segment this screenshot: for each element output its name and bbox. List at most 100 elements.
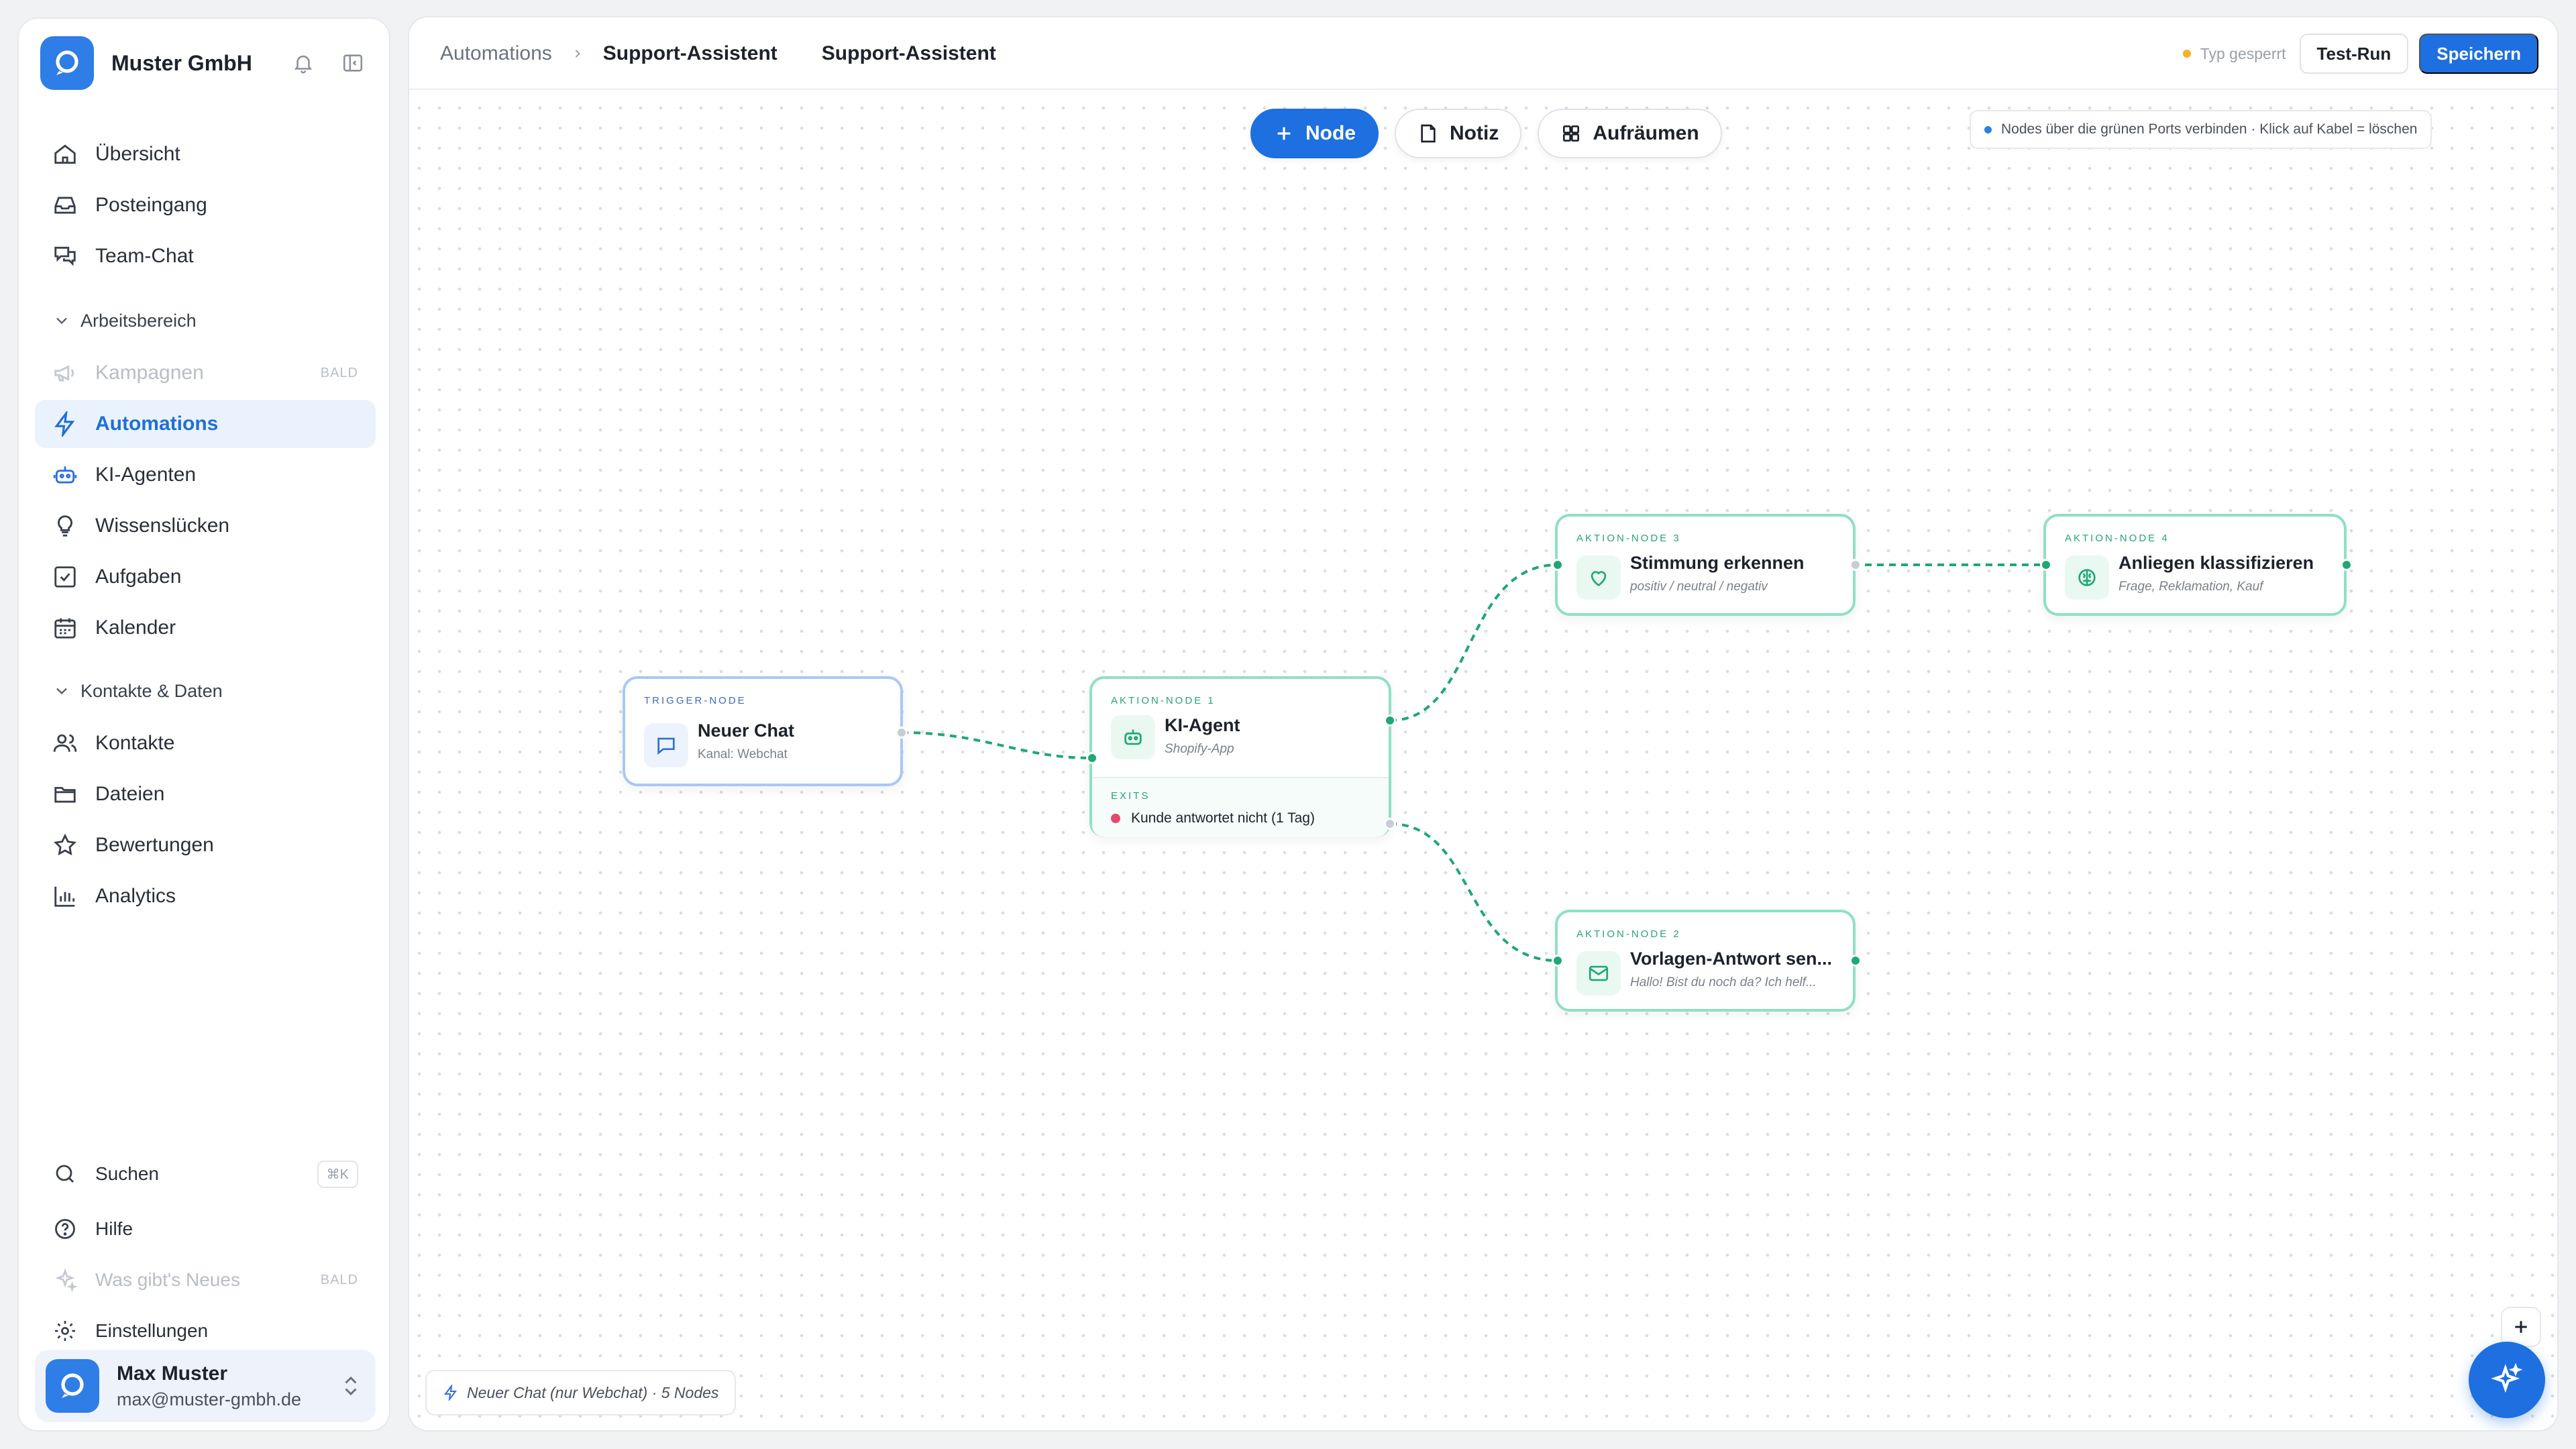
nav-item-einstellungen[interactable]: Einstellungen [35,1307,376,1355]
gear-icon [51,1317,79,1345]
action-node-ki-agent[interactable]: AKTION-NODE 1 KI-Agent Shopify-App EXITS… [1089,676,1391,837]
nav-item-team-chat[interactable]: Team-Chat [35,232,376,280]
section-kontakte-daten[interactable]: Kontakte & Daten [52,678,223,704]
canvas-toolbar: Node Notiz Aufräumen [1250,109,1722,158]
nav-item-hilfe[interactable]: Hilfe [35,1205,376,1253]
section-arbeitsbereich[interactable]: Arbeitsbereich [52,307,197,334]
user-name: Max Muster [117,1362,228,1385]
info-dot [1984,125,1992,133]
user-email: max@muster-gmbh.de [117,1389,301,1409]
output-port[interactable] [896,727,908,739]
automation-title[interactable]: Support-Assistent [822,42,996,65]
nav-item-bewertungen[interactable]: Bewertungen [35,821,376,869]
connection-hint: Nodes über die grünen Ports verbinden · … [1970,110,2432,149]
robot-icon [51,461,79,489]
node-exits: EXITS Kunde antwortet nicht (1 Tag) [1092,777,1389,837]
chat-bubble-logo-icon [56,50,78,75]
brand-name: Muster GmbH [111,50,252,75]
collapse-sidebar-icon[interactable] [338,48,368,78]
input-port[interactable] [1086,752,1098,764]
save-button[interactable]: Speichern [2419,34,2538,74]
zoom-in-button[interactable] [2501,1307,2541,1347]
plus-icon [1277,127,1291,140]
nav-item-kampagnen: Kampagnen BALD [35,349,376,397]
sparkle-icon [51,1266,79,1294]
checkbox-icon [51,563,79,591]
nav-item-kalender[interactable]: Kalender [35,604,376,652]
coming-soon-badge: BALD [320,365,358,380]
flow-summary: Neuer Chat (nur Webchat) · 5 Nodes [425,1370,737,1415]
output-port[interactable] [1849,559,1862,571]
nav-item-dateien[interactable]: Dateien [35,770,376,818]
mail-icon [1576,951,1621,996]
chat-bubble-logo-icon [61,1373,84,1398]
bar-chart-icon [51,882,79,910]
chevron-down-icon [56,688,67,695]
input-port[interactable] [1552,559,1564,571]
chat-icon [644,723,688,767]
nav-item-whats-new: Was gibt's Neues BALD [35,1256,376,1304]
breadcrumb: Automations Support-Assistent Support-As… [440,17,996,90]
chevron-down-icon [56,317,67,325]
nav-item-automations[interactable]: Automations [35,400,376,448]
nav-item-analytics[interactable]: Analytics [35,872,376,920]
exit-dot [1111,814,1120,823]
test-run-button[interactable]: Test-Run [2299,34,2409,74]
status-dot [2182,50,2191,58]
robot-icon [1111,715,1155,759]
inbox-icon [51,191,79,219]
breadcrumb-automations[interactable]: Automations [440,42,552,65]
chevron-right-icon [575,50,580,58]
exit-port[interactable] [1384,818,1396,830]
input-port[interactable] [1552,955,1564,967]
nav-item-posteingang[interactable]: Posteingang [35,181,376,229]
nav-item-wissensluecken[interactable]: Wissenslücken [35,502,376,550]
wire-action1-to-action3 [1389,564,1558,722]
action-node-vorlagen-antwort[interactable]: AKTION-NODE 2 Vorlagen-Antwort sen... Ha… [1555,910,1856,1012]
brand-header: Muster GmbH [40,34,368,93]
plus-icon [2515,1321,2527,1333]
lightbulb-icon [51,512,79,540]
action-node-anliegen-klassifizieren[interactable]: AKTION-NODE 4 Anliegen klassifizieren Fr… [2043,514,2347,616]
exit-no-reply: Kunde antwortet nicht (1 Tag) [1111,810,1315,826]
star-icon [51,831,79,859]
nav-item-kontakte[interactable]: Kontakte [35,719,376,767]
sparkle-icon [2491,1362,2523,1393]
add-note-button[interactable]: Notiz [1395,109,1522,158]
trigger-node-neuer-chat[interactable]: TRIGGER-NODE Neuer Chat Kanal: Webchat [623,676,903,786]
ai-assistant-button[interactable] [2469,1342,2545,1418]
nav-item-suchen[interactable]: Suchen ⌘K [35,1150,376,1198]
chevron-up-down-icon[interactable] [341,1374,361,1398]
wire-action1-exit-to-action2 [1389,822,1558,962]
nav-item-ki-agenten[interactable]: KI-Agenten [35,451,376,499]
nav-item-aufgaben[interactable]: Aufgaben [35,553,376,601]
home-icon [51,140,79,168]
automation-editor: Automations Support-Assistent Support-As… [408,16,2559,1432]
breadcrumb-current: Support-Assistent [602,42,777,64]
megaphone-icon [51,359,79,387]
type-lock-status: Typ gesperrt [2182,45,2286,63]
lightning-icon [444,1385,457,1401]
calendar-icon [51,614,79,642]
user-menu[interactable]: Max Muster max@muster-gmbh.de [35,1350,376,1422]
cleanup-layout-button[interactable]: Aufräumen [1538,109,1722,158]
folder-icon [51,780,79,808]
add-node-button[interactable]: Node [1250,109,1379,158]
brain-icon [2065,555,2109,600]
avatar [46,1359,99,1413]
note-icon [1421,124,1436,143]
action-node-stimmung-erkennen[interactable]: AKTION-NODE 3 Stimmung erkennen positiv … [1555,514,1856,616]
input-port[interactable] [2040,559,2052,571]
brand-logo[interactable] [40,36,94,90]
coming-soon-badge: BALD [320,1272,358,1287]
bell-icon[interactable] [288,48,318,78]
output-port[interactable] [2341,559,2353,571]
editor-topbar: Automations Support-Assistent Support-As… [409,17,2557,90]
team-chat-icon [51,242,79,270]
users-icon [51,729,79,757]
output-port[interactable] [1384,714,1396,727]
nav-item-uebersicht[interactable]: Übersicht [35,130,376,178]
search-icon [51,1160,79,1188]
heart-icon [1576,555,1621,600]
output-port[interactable] [1849,955,1862,967]
